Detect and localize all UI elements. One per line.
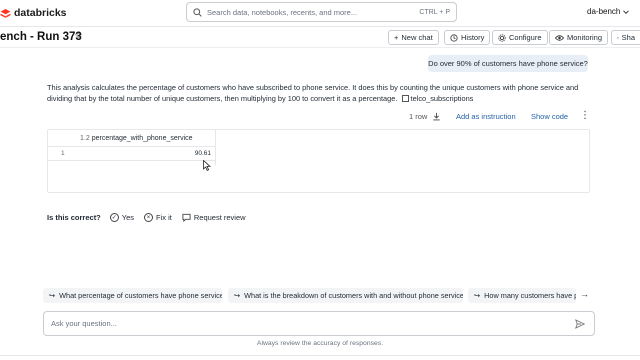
- top-bar: databricks Search data, notebooks, recen…: [0, 0, 640, 26]
- suggestion-arrow-icon: ↪: [234, 291, 241, 300]
- suggestion-chip[interactable]: ↪ What percentage of customers have phon…: [43, 288, 222, 303]
- configure-button[interactable]: Configure: [492, 30, 548, 45]
- logo-text: databricks: [14, 7, 67, 19]
- disclaimer-text: Always review the accuracy of responses.: [256, 340, 384, 347]
- table-ref-label: telco_subscriptions: [410, 94, 474, 103]
- row-count-label: 1 row: [409, 112, 428, 121]
- answer-text: This analysis calculates the percentage …: [47, 83, 579, 103]
- user-message: Do over 90% of customers have phone serv…: [428, 55, 588, 72]
- monitoring-label: Monitoring: [567, 33, 603, 42]
- table-divider: [215, 129, 216, 165]
- row-count: 1 row: [409, 112, 427, 121]
- feedback-label: Is this correct?: [47, 213, 101, 222]
- check-icon: ✓: [109, 213, 119, 222]
- suggestion-label: How many customers have ph: [484, 291, 576, 300]
- page-title: ench - Run 373: [0, 31, 82, 43]
- share-label: Sha: [621, 33, 635, 42]
- plus-icon: +: [394, 33, 399, 42]
- table-divider: [47, 146, 215, 147]
- row-index: 1: [61, 150, 65, 157]
- arrow-right-icon[interactable]: →: [580, 289, 589, 299]
- more-options-icon[interactable]: ⋮: [580, 110, 590, 121]
- feedback-bar: Is this correct? ✓ Yes × Fix it Request …: [47, 213, 256, 222]
- history-button[interactable]: History: [444, 30, 491, 45]
- assistant-answer: This analysis calculates the percentage …: [47, 82, 587, 104]
- workspace-switcher[interactable]: da-bench: [587, 7, 630, 16]
- share-button[interactable]: Sha: [611, 30, 640, 45]
- search-placeholder: Search data, notebooks, recents, and mor…: [207, 7, 358, 17]
- yes-button[interactable]: ✓ Yes: [109, 213, 135, 222]
- fix-it-label: Fix it: [156, 213, 172, 222]
- question-placeholder: Ask your question...: [51, 319, 117, 328]
- configure-label: Configure: [509, 33, 542, 42]
- column-header[interactable]: 1.2 percentage_with_phone_service: [80, 135, 193, 142]
- add-as-instruction-link[interactable]: Add as instruction: [456, 112, 516, 121]
- databricks-logo-icon: [0, 8, 11, 18]
- request-review-button[interactable]: Request review: [182, 213, 246, 222]
- global-search[interactable]: Search data, notebooks, recents, and mor…: [186, 2, 457, 22]
- column-name: percentage_with_phone_service: [91, 135, 193, 142]
- star-icon[interactable]: ☆: [74, 31, 83, 42]
- column-type: 1.2: [80, 135, 90, 142]
- suggestion-label: What is the breakdown of customers with …: [244, 291, 463, 300]
- suggestion-arrow-icon: ↪: [474, 291, 481, 300]
- search-shortcut: CTRL + P: [419, 8, 450, 16]
- suggestion-label: What percentage of customers have phone …: [59, 291, 222, 300]
- history-icon: [450, 33, 458, 42]
- suggestion-chip[interactable]: ↪ How many customers have ph: [468, 288, 576, 303]
- gear-icon: [498, 33, 506, 42]
- top-divider: [0, 26, 640, 27]
- mouse-cursor-icon: [203, 160, 211, 171]
- table-divider: [47, 160, 215, 161]
- download-glyph: [433, 112, 440, 121]
- monitoring-button[interactable]: Monitoring: [549, 30, 609, 45]
- lock-icon: [617, 36, 619, 39]
- eye-icon: [555, 34, 564, 41]
- table-icon: [401, 95, 409, 102]
- table-cell[interactable]: 90.61: [190, 150, 211, 157]
- send-icon[interactable]: [575, 319, 585, 329]
- fix-it-button[interactable]: × Fix it: [144, 213, 172, 222]
- title-divider: [0, 47, 640, 48]
- search-icon: [193, 7, 202, 17]
- yes-label: Yes: [121, 213, 135, 222]
- table-reference[interactable]: telco_subscriptions: [400, 94, 474, 103]
- close-icon: ×: [144, 213, 154, 222]
- chevron-down-icon: [623, 9, 630, 14]
- suggestion-arrow-icon: ↪: [49, 291, 56, 300]
- history-label: History: [461, 33, 485, 42]
- comment-icon: [182, 213, 191, 222]
- bottom-divider: [0, 355, 640, 356]
- suggestion-chip[interactable]: ↪ What is the breakdown of customers wit…: [228, 288, 463, 303]
- new-chat-label: New chat: [401, 33, 433, 42]
- question-input[interactable]: Ask your question...: [43, 311, 595, 336]
- new-chat-button[interactable]: + New chat: [388, 30, 439, 45]
- download-icon[interactable]: [432, 112, 441, 121]
- workspace-name: da-bench: [587, 7, 621, 16]
- request-review-label: Request review: [193, 213, 246, 222]
- show-code-link[interactable]: Show code: [531, 112, 568, 121]
- databricks-logo[interactable]: databricks: [0, 6, 67, 20]
